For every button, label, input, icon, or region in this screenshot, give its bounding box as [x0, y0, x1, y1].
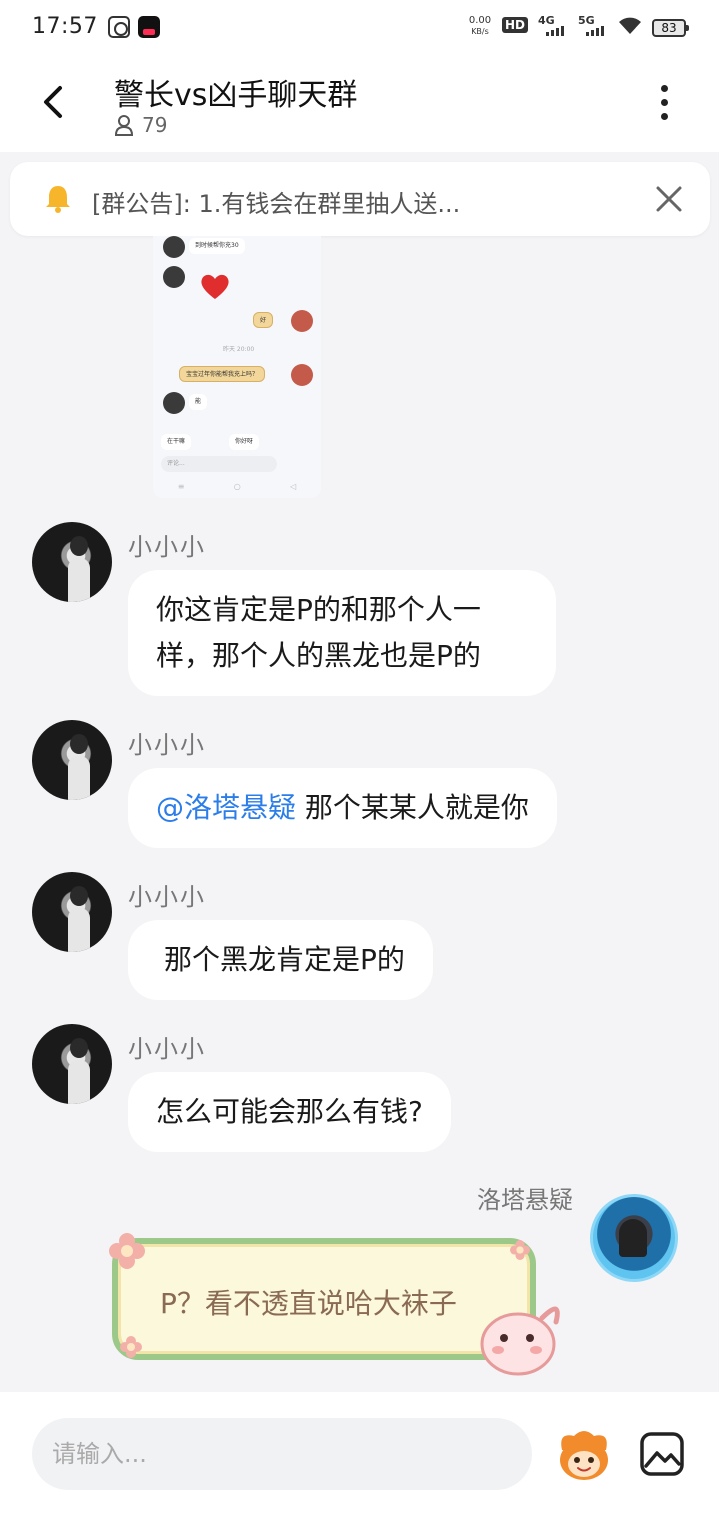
mini-nav-menu: ≡	[177, 482, 185, 491]
shared-screenshot-image[interactable]: 到时候帮你充30 好 昨天 20:00 宝宝过年你能帮我充上吗？ 能 在干嘛 你…	[153, 236, 321, 498]
mini-bubble: 宝宝过年你能帮我充上吗？	[179, 366, 266, 382]
mini-avatar	[163, 392, 185, 414]
mini-avatar	[163, 236, 185, 258]
net-speed: 0.00 KB/s	[466, 15, 494, 37]
my-sender-name: 洛塔悬疑	[477, 1186, 573, 1214]
message-input[interactable]	[32, 1418, 532, 1490]
net-speed-unit: KB/s	[471, 27, 489, 36]
input-bar	[0, 1392, 719, 1515]
mini-bubble: 能	[189, 394, 208, 410]
hd-badge: HD	[502, 17, 529, 33]
status-time: 17:57	[32, 14, 98, 39]
cute-mascot-icon	[480, 1306, 560, 1376]
chat-header: 警长vs凶手聊天群 79	[0, 56, 719, 152]
mini-avatar	[163, 266, 185, 288]
announcement-text: [群公告]: 1.有钱会在群里抽人送...	[92, 190, 461, 218]
mini-bubble: 到时候帮你充30	[189, 238, 245, 254]
wifi-icon	[619, 17, 641, 34]
person-icon	[114, 115, 134, 136]
page-title[interactable]: 警长vs凶手聊天群	[114, 70, 357, 114]
net-speed-value: 0.00	[468, 15, 492, 26]
video-app-icon	[138, 16, 160, 38]
group-announcement[interactable]: [群公告]: 1.有钱会在群里抽人送...	[10, 162, 710, 236]
member-count[interactable]: 79	[114, 113, 167, 137]
mini-bubble: 你好呀	[229, 434, 260, 450]
sender-name: 小小小	[128, 533, 206, 561]
image-icon[interactable]	[638, 1430, 686, 1478]
status-bar: 17:57 0.00 KB/s HD 4G 5G 83	[0, 0, 719, 56]
my-avatar[interactable]	[590, 1194, 678, 1282]
sender-name: 小小小	[128, 1035, 206, 1063]
message-text: 那个某某人就是你	[296, 791, 529, 824]
message-bubble[interactable]: 你这肯定是P的和那个人一样，那个人的黑龙也是P的	[128, 570, 556, 696]
member-count-value: 79	[142, 113, 168, 137]
mini-nav-back: ◁	[290, 482, 297, 491]
flower-decoration-icon	[120, 1336, 142, 1358]
message-bubble[interactable]: 那个黑龙肯定是P的	[128, 920, 433, 1000]
avatar[interactable]	[32, 522, 112, 602]
mini-bubble: 在干嘛	[161, 434, 192, 450]
signal-bars-icon	[586, 26, 604, 36]
message-bubble[interactable]: 怎么可能会那么有钱?	[128, 1072, 451, 1152]
heart-icon	[201, 274, 229, 299]
more-vertical-icon[interactable]	[646, 82, 682, 126]
message-bubble[interactable]: @洛塔悬疑 那个某某人就是你	[128, 768, 557, 848]
avatar[interactable]	[32, 1024, 112, 1104]
mini-nav-home: ○	[233, 482, 241, 491]
mini-nav-bar: ≡ ○ ◁	[153, 482, 321, 496]
mini-timestamp: 昨天 20:00	[223, 346, 255, 353]
mini-input: 评论...	[161, 456, 277, 472]
mention-link[interactable]: @洛塔悬疑	[156, 791, 296, 824]
bell-icon	[46, 186, 70, 213]
sender-name: 小小小	[128, 731, 206, 759]
avatar[interactable]	[32, 720, 112, 800]
battery-icon: 83	[652, 19, 689, 37]
close-icon[interactable]	[654, 184, 684, 214]
flower-decoration-icon	[510, 1240, 530, 1260]
flower-decoration-icon	[109, 1233, 145, 1269]
signal-bars-icon	[546, 26, 564, 36]
mini-bubble: 好	[253, 312, 274, 328]
my-message-bubble[interactable]: P？看不透直说哈大袜子	[112, 1238, 536, 1360]
mini-avatar	[291, 364, 313, 386]
my-message-text: P？看不透直说哈大袜子	[160, 1287, 457, 1320]
sender-name: 小小小	[128, 883, 206, 911]
avatar[interactable]	[32, 872, 112, 952]
emoji-mascot-icon[interactable]	[554, 1426, 614, 1482]
scissors-app-icon	[108, 16, 130, 38]
mini-avatar	[291, 310, 313, 332]
back-arrow-icon[interactable]	[30, 78, 78, 126]
